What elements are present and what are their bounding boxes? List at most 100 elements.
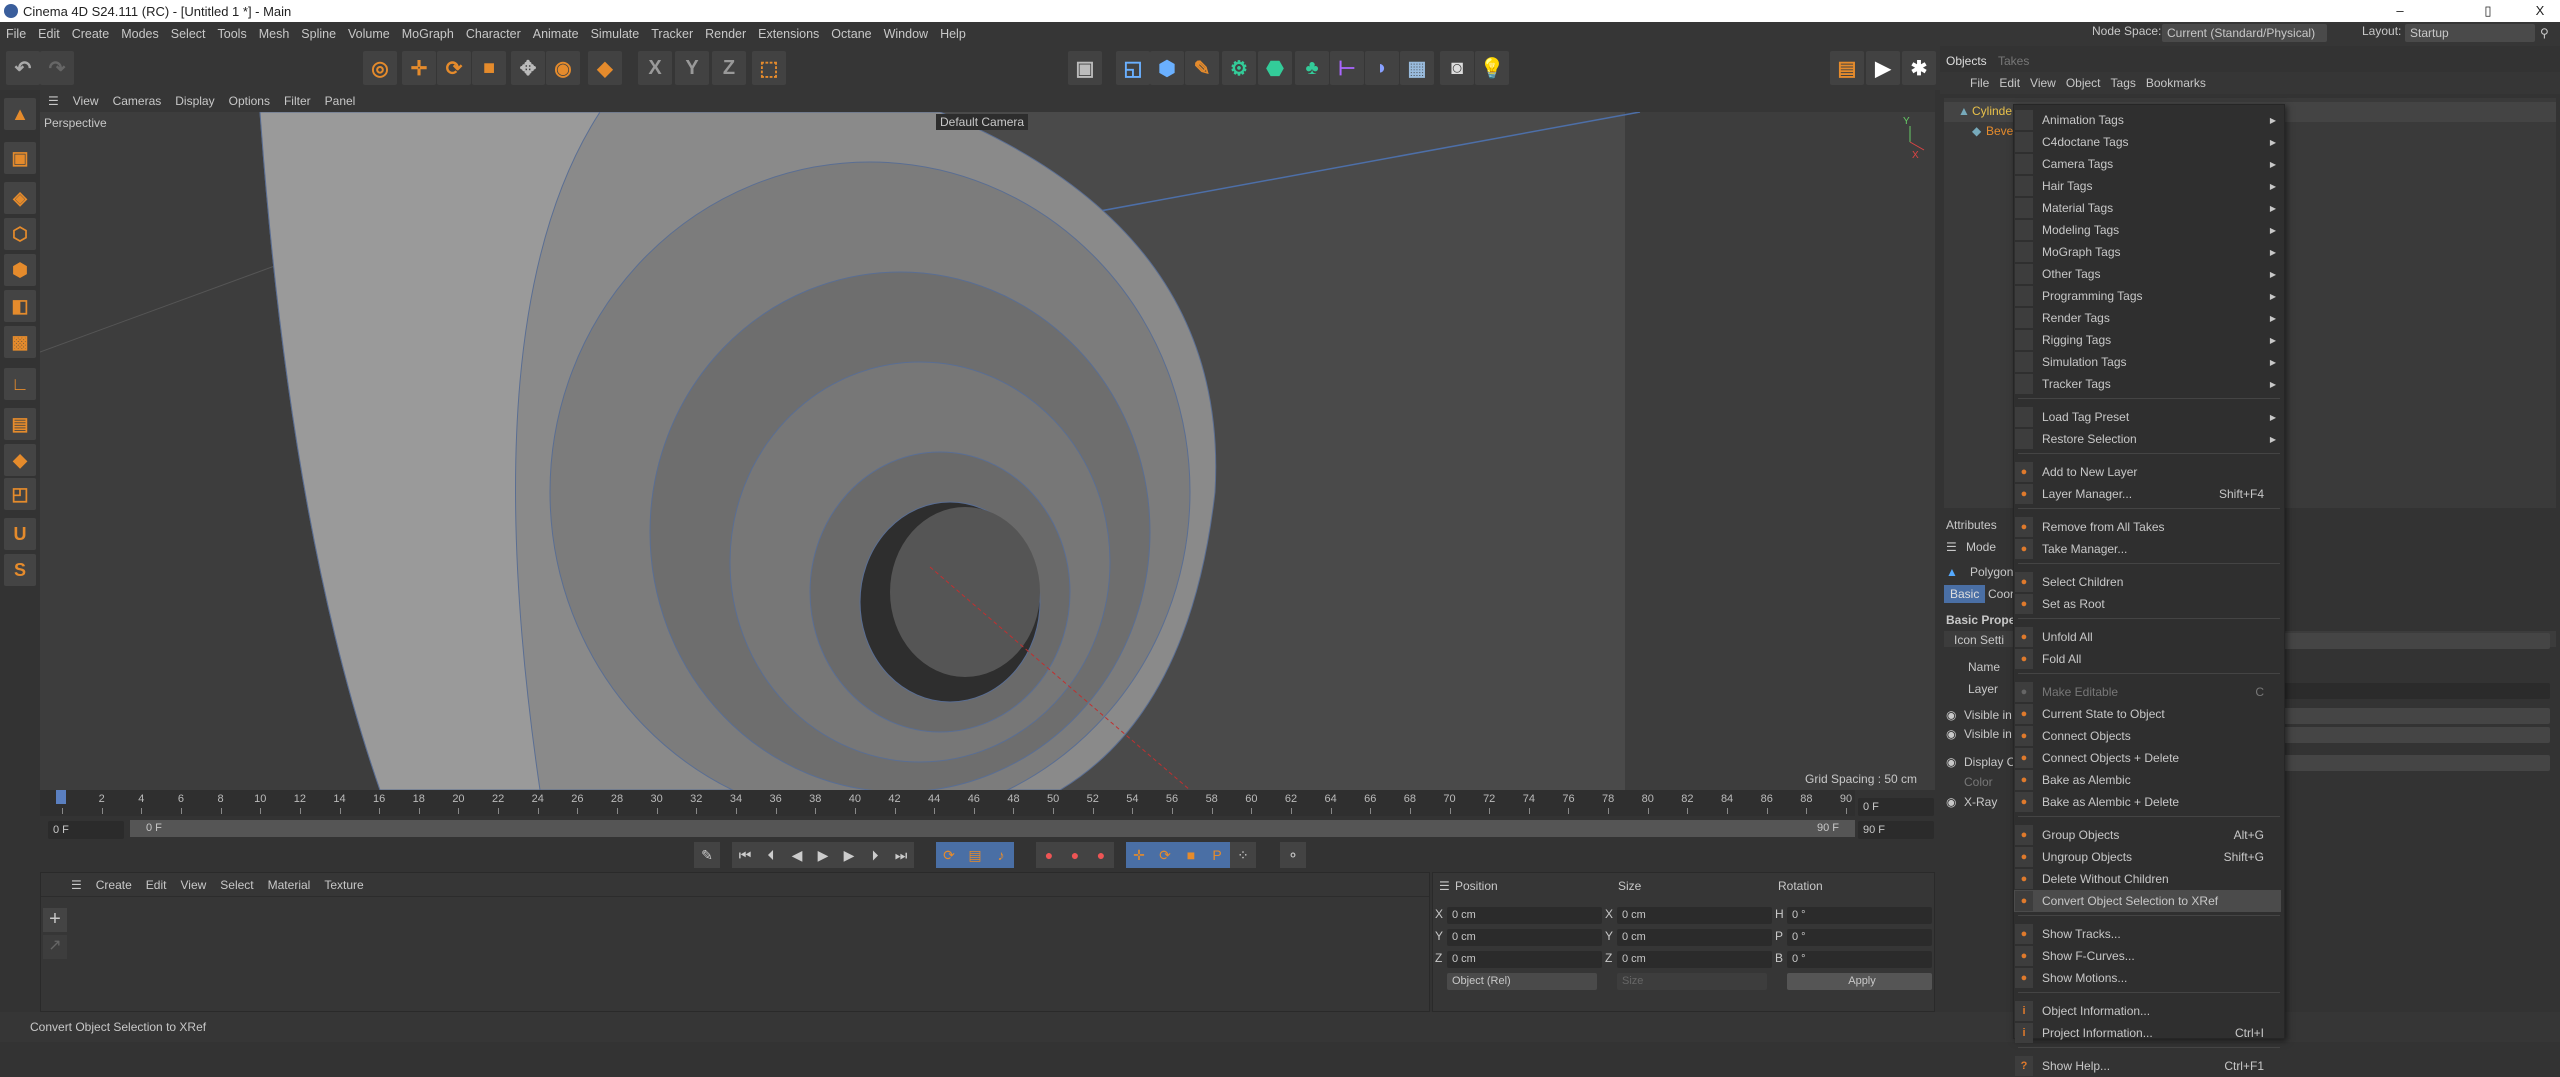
menu-file[interactable]: File: [6, 27, 26, 41]
key-pla-icon[interactable]: ⁘: [1230, 842, 1256, 868]
current-frame-field[interactable]: 0 F: [1858, 798, 1934, 816]
menu-item-take-manager[interactable]: ● Take Manager...: [2014, 538, 2284, 560]
menu-modes[interactable]: Modes: [121, 27, 159, 41]
render-view-icon[interactable]: ▤: [1830, 51, 1864, 85]
pen-icon[interactable]: ✎: [1185, 51, 1219, 85]
menu-item-object-information[interactable]: i Object Information...: [2014, 1000, 2284, 1022]
key-param-icon[interactable]: P: [1204, 842, 1230, 868]
s-icon[interactable]: S: [4, 554, 36, 586]
last-frame-icon[interactable]: ⏭: [888, 842, 914, 868]
playhead[interactable]: [56, 790, 66, 804]
objects-menu-tags[interactable]: Tags: [2111, 76, 2136, 90]
tab-takes[interactable]: Takes: [1998, 54, 2029, 68]
start-frame-field[interactable]: 0 F: [48, 821, 124, 839]
rotation-field[interactable]: 0 °: [1787, 907, 1932, 924]
loop-icon[interactable]: ⟳: [936, 842, 962, 868]
menu-item-restore-selection[interactable]: Restore Selection ▶: [2014, 428, 2284, 450]
menu-mograph[interactable]: MoGraph: [402, 27, 454, 41]
menu-item-modeling-tags[interactable]: Modeling Tags ▶: [2014, 219, 2284, 241]
menu-item-show-f-curves[interactable]: ● Show F-Curves...: [2014, 945, 2284, 967]
light-icon[interactable]: 💡: [1475, 51, 1509, 85]
tab-coordinates[interactable]: Coor: [1988, 587, 2014, 601]
first-frame-icon[interactable]: ⏮: [732, 842, 758, 868]
position-field[interactable]: 0 cm: [1447, 929, 1602, 946]
menu-item-render-tags[interactable]: Render Tags ▶: [2014, 307, 2284, 329]
floor-icon[interactable]: ▦: [1400, 51, 1434, 85]
viewport-menu-display[interactable]: Display: [175, 94, 214, 108]
menu-spline[interactable]: Spline: [301, 27, 336, 41]
rotation-field[interactable]: 0 °: [1787, 929, 1932, 946]
play-icon[interactable]: ▶: [810, 842, 836, 868]
subdivision-icon[interactable]: ⚙: [1222, 51, 1256, 85]
menu-character[interactable]: Character: [466, 27, 521, 41]
frame-range-slider[interactable]: 0 F 90 F: [130, 820, 1855, 837]
menu-item-show-help[interactable]: ? Show Help... Ctrl+F1: [2014, 1055, 2284, 1077]
view-panel-icon[interactable]: ▣: [1068, 51, 1102, 85]
model-mode-icon[interactable]: ◉: [546, 51, 580, 85]
menu-volume[interactable]: Volume: [348, 27, 390, 41]
menu-item-add-to-new-layer[interactable]: ● Add to New Layer: [2014, 461, 2284, 483]
menu-create[interactable]: Create: [72, 27, 110, 41]
move-icon[interactable]: ✛: [402, 51, 436, 85]
menu-item-connect-objects-delete[interactable]: ● Connect Objects + Delete: [2014, 747, 2284, 769]
menu-item-connect-objects[interactable]: ● Connect Objects: [2014, 725, 2284, 747]
key-icon[interactable]: ✎: [694, 842, 720, 868]
film-icon[interactable]: ▤: [962, 842, 988, 868]
tab-basic[interactable]: Basic: [1944, 585, 1986, 603]
restore-button[interactable]: ▯: [2468, 0, 2508, 22]
polygons-icon[interactable]: ◧: [4, 290, 36, 322]
menu-mesh[interactable]: Mesh: [259, 27, 290, 41]
radio-icon[interactable]: ◉: [1946, 795, 1956, 809]
hamburger-icon[interactable]: ☰: [48, 94, 59, 108]
hamburger-icon[interactable]: ☰: [71, 878, 82, 892]
position-field[interactable]: 0 cm: [1447, 907, 1602, 924]
menu-item-show-tracks[interactable]: ● Show Tracks...: [2014, 923, 2284, 945]
menu-item-rigging-tags[interactable]: Rigging Tags ▶: [2014, 329, 2284, 351]
viewport-menu-options[interactable]: Options: [229, 94, 270, 108]
cloner-icon[interactable]: ♣: [1295, 51, 1329, 85]
radio-icon[interactable]: ◉: [1946, 755, 1956, 769]
menu-edit[interactable]: Edit: [38, 27, 60, 41]
rotate-icon[interactable]: ⟳: [437, 51, 471, 85]
material-menu-material[interactable]: Material: [268, 878, 311, 892]
menu-select[interactable]: Select: [171, 27, 206, 41]
camera-icon[interactable]: ◙: [1440, 51, 1474, 85]
transform-icon[interactable]: ✥: [511, 51, 545, 85]
keyframe-selection-icon[interactable]: ●: [1088, 842, 1114, 868]
menu-item-programming-tags[interactable]: Programming Tags ▶: [2014, 285, 2284, 307]
z-axis-icon[interactable]: Z: [712, 51, 746, 85]
radio-icon[interactable]: ◉: [1946, 727, 1956, 741]
menu-item-camera-tags[interactable]: Camera Tags ▶: [2014, 153, 2284, 175]
menu-simulate[interactable]: Simulate: [591, 27, 640, 41]
menu-item-bake-as-alembic[interactable]: ● Bake as Alembic: [2014, 769, 2284, 791]
menu-item-fold-all[interactable]: ● Fold All: [2014, 648, 2284, 670]
objects-menu-file[interactable]: File: [1970, 76, 1989, 90]
redo-icon[interactable]: ↷: [40, 51, 74, 85]
sound-icon[interactable]: ♪: [988, 842, 1014, 868]
timeline-ruler[interactable]: 0246810121416182022242628303234363840424…: [40, 790, 1855, 816]
next-key-icon[interactable]: ⏵: [862, 842, 888, 868]
record-icon[interactable]: ●: [1036, 842, 1062, 868]
hamburger-icon[interactable]: ☰: [1946, 540, 1957, 554]
objects-menu-bookmarks[interactable]: Bookmarks: [2146, 76, 2206, 90]
viewport-menu-view[interactable]: View: [73, 94, 99, 108]
minimize-button[interactable]: –: [2380, 0, 2420, 22]
objects-menu-view[interactable]: View: [2030, 76, 2056, 90]
menu-tracker[interactable]: Tracker: [651, 27, 693, 41]
layout-dropdown[interactable]: Startup: [2405, 24, 2535, 42]
texture-icon[interactable]: ◈: [4, 182, 36, 214]
key-rotation-icon[interactable]: ⟳: [1152, 842, 1178, 868]
uv-icon[interactable]: ▩: [4, 326, 36, 358]
menu-item-current-state-to-object[interactable]: ● Current State to Object: [2014, 703, 2284, 725]
motion-icon[interactable]: ⚬: [1280, 842, 1306, 868]
cube-icon[interactable]: ⬢: [1150, 51, 1184, 85]
object-item[interactable]: Beve: [1986, 124, 2013, 138]
node-space-dropdown[interactable]: Current (Standard/Physical) ⌄: [2162, 24, 2327, 58]
material-menu-texture[interactable]: Texture: [324, 878, 363, 892]
menu-item-unfold-all[interactable]: ● Unfold All: [2014, 626, 2284, 648]
field-icon[interactable]: ◗: [1365, 51, 1399, 85]
menu-item-select-children[interactable]: ● Select Children: [2014, 571, 2284, 593]
menu-item-convert-object-selection-to-xref[interactable]: ● Convert Object Selection to XRef: [2014, 890, 2281, 912]
menu-item-ungroup-objects[interactable]: ● Ungroup Objects Shift+G: [2014, 846, 2284, 868]
close-button[interactable]: X: [2520, 0, 2560, 22]
